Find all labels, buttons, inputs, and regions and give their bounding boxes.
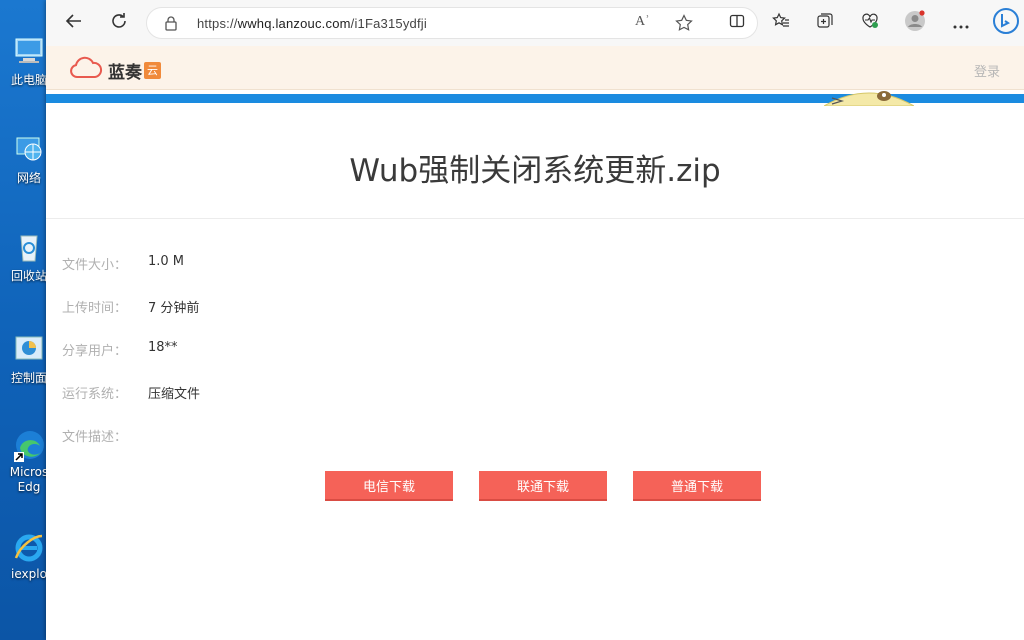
mascot-illustration: [822, 86, 932, 107]
bing-chat-button[interactable]: [990, 7, 1022, 39]
info-row-description: 文件描述：: [62, 426, 200, 469]
refresh-icon: [110, 12, 128, 34]
info-row-os: 运行系统： 压缩文件: [62, 383, 200, 426]
profile-button[interactable]: [899, 7, 931, 39]
refresh-button[interactable]: [103, 7, 135, 39]
browser-essentials-button[interactable]: [854, 7, 886, 39]
favorites-button[interactable]: [765, 7, 797, 39]
url-text[interactable]: https://wwhq.lanzouc.com/i1Fa315ydfji: [197, 16, 427, 31]
computer-icon: [12, 34, 46, 68]
desktop-icon-label: 网络: [16, 171, 41, 185]
info-label: 文件描述：: [62, 430, 128, 445]
login-link[interactable]: 登录: [974, 61, 1000, 80]
internet-explorer-icon: [12, 530, 46, 564]
info-label: 运行系统：: [62, 387, 128, 402]
address-bar[interactable]: https://wwhq.lanzouc.com/i1Fa315ydfji Aʾ: [146, 7, 758, 39]
collections-icon: [816, 12, 834, 34]
info-value: 压缩文件: [148, 387, 201, 402]
more-options-button[interactable]: [945, 7, 977, 39]
info-value: 7 分钟前: [148, 301, 200, 316]
telecom-download-button[interactable]: 电信下载: [325, 471, 453, 501]
control-panel-icon: [12, 332, 46, 366]
site-logo[interactable]: 蓝奏 云: [68, 56, 161, 84]
url-scheme: https://: [197, 15, 238, 31]
url-host: wwhq.lanzouc.com: [237, 15, 351, 31]
desktop-icon-label: Micros Edg: [9, 465, 49, 494]
unicom-download-button[interactable]: 联通下载: [479, 471, 607, 501]
download-buttons: 电信下载 联通下载 普通下载: [325, 471, 761, 501]
info-row-share-user: 分享用户： 18**: [62, 340, 200, 383]
file-info: 文件大小： 1.0 M 上传时间： 7 分钟前 分享用户： 18** 运行系统：…: [62, 254, 200, 469]
logo-badge: 云: [144, 61, 161, 79]
collections-button[interactable]: [809, 7, 841, 39]
browser-toolbar: https://wwhq.lanzouc.com/i1Fa315ydfji Aʾ: [46, 0, 1024, 46]
avatar: [904, 10, 926, 36]
info-row-size: 文件大小： 1.0 M: [62, 254, 200, 297]
url-path: /i1Fa315ydfji: [350, 15, 427, 31]
split-screen-icon: [729, 13, 745, 33]
back-button[interactable]: [58, 7, 90, 39]
arrow-left-icon: [65, 12, 83, 34]
desktop-icon-label: 此电脑: [10, 73, 47, 87]
desktop-icon-label: iexplo: [11, 567, 47, 581]
more-horizontal-icon: [953, 14, 969, 33]
logo-text: 蓝奏: [108, 62, 142, 83]
heart-pulse-icon: [861, 12, 879, 34]
desktop-icon-label: 回收站: [10, 269, 47, 283]
info-value: 18**: [148, 340, 178, 355]
network-icon: [12, 132, 46, 166]
split-screen-button[interactable]: [721, 7, 753, 39]
browser-window: https://wwhq.lanzouc.com/i1Fa315ydfji Aʾ: [46, 0, 1024, 640]
recycle-bin-icon: [12, 230, 46, 264]
cloud-icon: [68, 56, 104, 84]
info-row-upload-time: 上传时间： 7 分钟前: [62, 297, 200, 340]
star-icon[interactable]: [675, 14, 693, 36]
file-title-area: Wub强制关闭系统更新.zip: [46, 106, 1024, 219]
site-header: 蓝奏 云 登录: [46, 46, 1024, 90]
read-aloud-icon[interactable]: Aʾ: [635, 14, 650, 30]
lock-icon[interactable]: [164, 16, 178, 35]
desktop-icon-label: 控制面: [10, 371, 47, 385]
file-title: Wub强制关闭系统更新.zip: [349, 152, 721, 189]
info-value: 1.0 M: [148, 254, 185, 269]
info-label: 分享用户：: [62, 344, 128, 359]
bing-icon: [992, 7, 1020, 39]
favorites-icon: [772, 12, 790, 34]
info-label: 文件大小：: [62, 258, 128, 273]
info-label: 上传时间：: [62, 301, 128, 316]
web-page: 蓝奏 云 登录 Wub强制关闭系统更新.zip 文件大小： 1.0 M 上传时间…: [46, 46, 1024, 640]
edge-icon: [12, 428, 46, 462]
normal-download-button[interactable]: 普通下载: [633, 471, 761, 501]
